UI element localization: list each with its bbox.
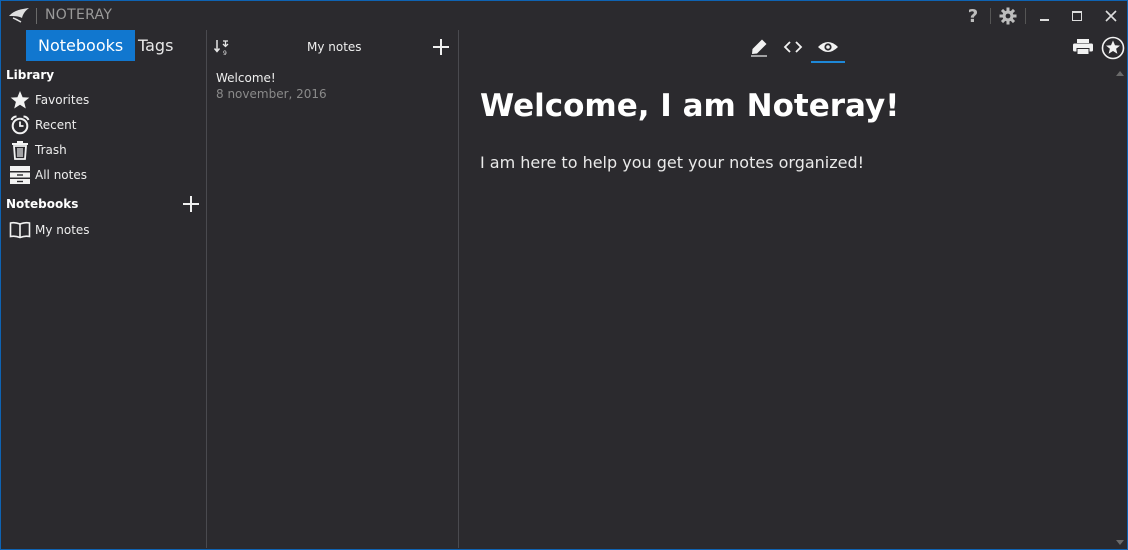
titlebar-separator <box>1025 8 1026 24</box>
sidebar-item-all-notes[interactable]: All notes <box>9 164 87 186</box>
scroll-up-arrow[interactable] <box>1116 71 1124 76</box>
sidebar-item-label: Recent <box>35 118 77 132</box>
print-icon[interactable] <box>1072 37 1094 57</box>
note-heading: Welcome, I am Noteray! <box>480 88 900 124</box>
notelist-divider[interactable] <box>458 30 459 548</box>
sidebar-item-label: Favorites <box>35 93 90 107</box>
sidebar-item-label: Trash <box>35 143 67 157</box>
tab-notebooks[interactable]: Notebooks <box>26 30 136 61</box>
app-title: NOTERAY <box>45 7 113 23</box>
app-window <box>0 0 1128 550</box>
sidebar-item-favorites[interactable]: Favorites <box>9 89 89 111</box>
sidebar-item-trash[interactable]: Trash <box>9 139 67 161</box>
notebooks-heading: Notebooks <box>6 197 79 211</box>
favorite-star-icon[interactable] <box>1101 36 1125 60</box>
logo-icon <box>9 8 29 23</box>
maximize-icon[interactable] <box>1066 5 1088 27</box>
add-notebook-button[interactable] <box>181 194 201 214</box>
settings-icon[interactable] <box>997 5 1019 27</box>
sidebar-item-my-notes[interactable]: My notes <box>9 219 90 241</box>
help-icon[interactable]: ? <box>962 5 984 27</box>
library-heading: Library <box>6 68 55 82</box>
sidebar-item-label: My notes <box>35 223 90 237</box>
note-title: Welcome! <box>216 71 276 85</box>
sidebar-item-recent[interactable]: Recent <box>9 114 76 136</box>
tab-tags[interactable]: Tags <box>126 30 185 61</box>
active-mode-indicator <box>811 61 845 63</box>
title-bar: NOTERAY ? <box>1 1 1127 29</box>
trash-icon <box>9 139 31 161</box>
scroll-down-arrow[interactable] <box>1116 540 1124 545</box>
edit-icon[interactable] <box>749 37 769 57</box>
sidebar-divider[interactable] <box>206 30 207 548</box>
preview-icon[interactable] <box>817 38 839 56</box>
notelist-title: My notes <box>307 40 362 54</box>
code-icon[interactable] <box>783 38 803 56</box>
title-separator <box>36 8 37 24</box>
archive-icon <box>9 164 31 186</box>
minimize-icon[interactable] <box>1033 5 1055 27</box>
titlebar-separator <box>990 8 991 24</box>
note-date: 8 november, 2016 <box>216 87 327 101</box>
note-body: I am here to help you get your notes org… <box>480 153 865 172</box>
close-icon[interactable] <box>1100 5 1122 27</box>
alarm-clock-icon <box>9 114 31 136</box>
sort-icon[interactable]: 9 <box>213 38 231 57</box>
add-note-button[interactable] <box>431 37 451 57</box>
book-icon <box>9 219 31 241</box>
sidebar-item-label: All notes <box>35 168 87 182</box>
svg-text:9: 9 <box>223 50 227 56</box>
star-icon <box>9 89 31 111</box>
